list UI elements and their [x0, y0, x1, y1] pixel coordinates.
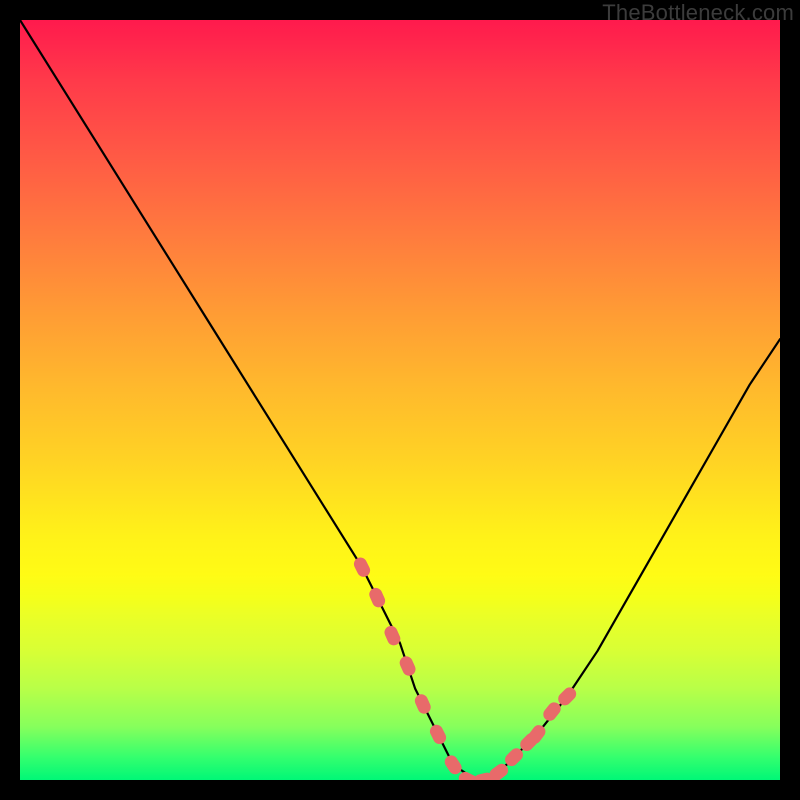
- marker-point: [442, 753, 464, 777]
- chart-frame: TheBottleneck.com: [0, 0, 800, 800]
- marker-point: [428, 723, 449, 747]
- marker-group: [352, 555, 579, 780]
- marker-point: [352, 555, 373, 579]
- chart-svg: [20, 20, 780, 780]
- plot-area: [20, 20, 780, 780]
- marker-point: [413, 692, 433, 716]
- marker-point: [541, 700, 564, 724]
- watermark-text: TheBottleneck.com: [602, 0, 794, 26]
- marker-point: [367, 586, 387, 610]
- marker-point: [398, 654, 418, 678]
- bottleneck-curve: [20, 20, 780, 780]
